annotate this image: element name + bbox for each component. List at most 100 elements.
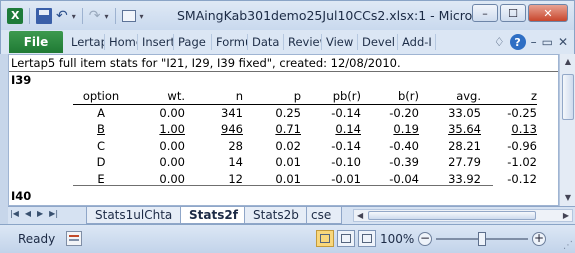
column-header[interactable]: n (185, 88, 243, 105)
zoom-in-button[interactable]: + (532, 232, 546, 246)
file-tab[interactable]: File (9, 31, 63, 53)
column-header[interactable]: option (73, 88, 129, 105)
column-header[interactable]: p (243, 88, 301, 105)
table-header-row: option wt. n p pb(r) b(r) avg. z (73, 88, 537, 105)
minimize-button[interactable]: – (472, 4, 498, 22)
tab-data[interactable]: Data (248, 34, 284, 50)
previous-sheet-icon[interactable]: ◀ (25, 209, 31, 218)
tab-review[interactable]: Review (284, 34, 322, 50)
table-cell[interactable]: 28 (185, 138, 243, 155)
customize-dropdown-icon[interactable]: ▾ (140, 12, 144, 21)
tab-page[interactable]: Page (174, 34, 212, 50)
table-cell[interactable]: B (73, 121, 129, 138)
last-sheet-icon[interactable]: ▶| (49, 209, 58, 218)
tab-lertap[interactable]: Lertap (67, 34, 105, 50)
table-cell[interactable]: 0.13 (481, 121, 537, 138)
help-icon[interactable]: ? (509, 34, 526, 50)
table-cell[interactable]: C (73, 138, 129, 155)
table-cell[interactable]: 0.14 (301, 121, 361, 138)
tab-add-ins[interactable]: Add-I (398, 34, 436, 50)
resize-grip-icon[interactable]: ⋰ (563, 240, 573, 251)
tab-home[interactable]: Home (105, 34, 138, 50)
page-break-preview-button[interactable] (358, 230, 376, 247)
tab-view[interactable]: View (322, 34, 358, 50)
table-cell[interactable]: -0.39 (361, 154, 419, 171)
table-cell[interactable]: 0.71 (243, 121, 301, 138)
next-sheet-icon[interactable]: ▶ (37, 209, 43, 218)
scroll-up-icon[interactable]: ▲ (562, 56, 574, 68)
tab-developer[interactable]: Devel (358, 34, 398, 50)
table-row: D 0.00 14 0.01 -0.10 -0.39 27.79 -1.02 (73, 154, 537, 171)
sheet-tab-stats2b[interactable]: Stats2b (244, 207, 308, 224)
redo-icon[interactable]: ↷ (89, 8, 101, 24)
table-cell[interactable]: 28.21 (419, 138, 481, 155)
item-label[interactable]: I39 (11, 73, 31, 87)
table-cell[interactable]: 0.02 (243, 138, 301, 155)
macro-recording-icon[interactable] (66, 231, 82, 246)
horizontal-scrollbar[interactable]: ◀ ▶ (353, 209, 573, 222)
table-cell[interactable]: 0.00 (129, 105, 185, 122)
tab-formulas[interactable]: Formulas (212, 34, 248, 50)
table-cell[interactable]: -1.02 (481, 154, 537, 171)
scroll-down-icon[interactable]: ▼ (562, 192, 574, 204)
table-cell[interactable]: -0.20 (361, 105, 419, 122)
next-item-label[interactable]: I40 (11, 189, 31, 203)
table-cell[interactable]: 0.00 (129, 154, 185, 171)
zoom-out-button[interactable]: − (418, 232, 432, 246)
table-cell[interactable]: 341 (185, 105, 243, 122)
customize-toolbar-icon[interactable] (121, 10, 136, 22)
column-header[interactable]: b(r) (361, 88, 419, 105)
table-cell[interactable]: -0.96 (481, 138, 537, 155)
zoom-percentage[interactable]: 100% (380, 232, 414, 246)
horizontal-scroll-thumb[interactable] (368, 211, 536, 220)
table-cell[interactable]: -0.14 (301, 138, 361, 155)
table-cell[interactable]: -0.25 (481, 105, 537, 122)
sheet-tab-stats2f[interactable]: Stats2f (180, 207, 247, 224)
table-cell[interactable]: -0.10 (301, 154, 361, 171)
first-sheet-icon[interactable]: |◀ (10, 209, 19, 218)
table-cell[interactable]: 0.19 (361, 121, 419, 138)
save-icon[interactable] (36, 8, 52, 24)
normal-view-button[interactable] (316, 230, 334, 247)
excel-app-icon[interactable] (7, 8, 23, 24)
column-header[interactable]: wt. (129, 88, 185, 105)
redo-dropdown-icon[interactable]: ▾ (104, 12, 108, 21)
scroll-right-icon[interactable]: ▶ (563, 210, 569, 221)
workbook-close-icon[interactable]: ✕ (558, 34, 568, 50)
maximize-button[interactable]: ☐ (500, 4, 526, 22)
table-cell[interactable]: 0.00 (129, 138, 185, 155)
scroll-left-icon[interactable]: ◀ (357, 210, 363, 221)
vertical-scroll-thumb[interactable] (562, 74, 574, 120)
column-header[interactable]: pb(r) (301, 88, 361, 105)
column-header[interactable]: avg. (419, 88, 481, 105)
table-cell[interactable]: D (73, 154, 129, 171)
page-layout-view-button[interactable] (337, 230, 355, 247)
vertical-scrollbar[interactable]: ▲ ▼ (559, 54, 575, 206)
table-cell[interactable]: 0.25 (243, 105, 301, 122)
column-header[interactable]: z (481, 88, 537, 105)
sheet-tab-cse[interactable]: cse (306, 207, 342, 224)
undo-icon[interactable]: ↶ (56, 8, 68, 24)
table-cell[interactable]: 946 (185, 121, 243, 138)
ribbon-right-controls: ♢ ? – ▭ ✕ (494, 34, 568, 50)
close-button[interactable]: ✕ (528, 4, 568, 22)
table-cell[interactable]: 35.64 (419, 121, 481, 138)
minimize-ribbon-icon[interactable]: ♢ (494, 34, 505, 50)
table-cell[interactable]: A (73, 105, 129, 122)
workbook-restore-icon[interactable]: ▭ (542, 34, 553, 50)
table-cell[interactable]: 0.01 (243, 154, 301, 171)
table-cell[interactable]: -0.40 (361, 138, 419, 155)
report-header-text[interactable]: Lertap5 full item stats for "I21, I29, I… (11, 56, 401, 70)
table-cell[interactable]: -0.14 (301, 105, 361, 122)
tab-insert[interactable]: Insert (138, 34, 174, 50)
undo-dropdown-icon[interactable]: ▾ (72, 12, 76, 21)
workbook-minimize-icon[interactable]: – (531, 34, 537, 50)
table-cell[interactable]: 27.79 (419, 154, 481, 171)
toolbar-separator (114, 8, 116, 24)
table-cell[interactable]: 14 (185, 154, 243, 171)
zoom-slider-thumb[interactable] (478, 232, 486, 246)
table-cell[interactable]: 1.00 (129, 121, 185, 138)
worksheet-grid[interactable]: Lertap5 full item stats for "I21, I29, I… (8, 54, 559, 206)
sheet-tab-stats1ulchta[interactable]: Stats1ulChta (86, 207, 182, 224)
table-cell[interactable]: 33.05 (419, 105, 481, 122)
